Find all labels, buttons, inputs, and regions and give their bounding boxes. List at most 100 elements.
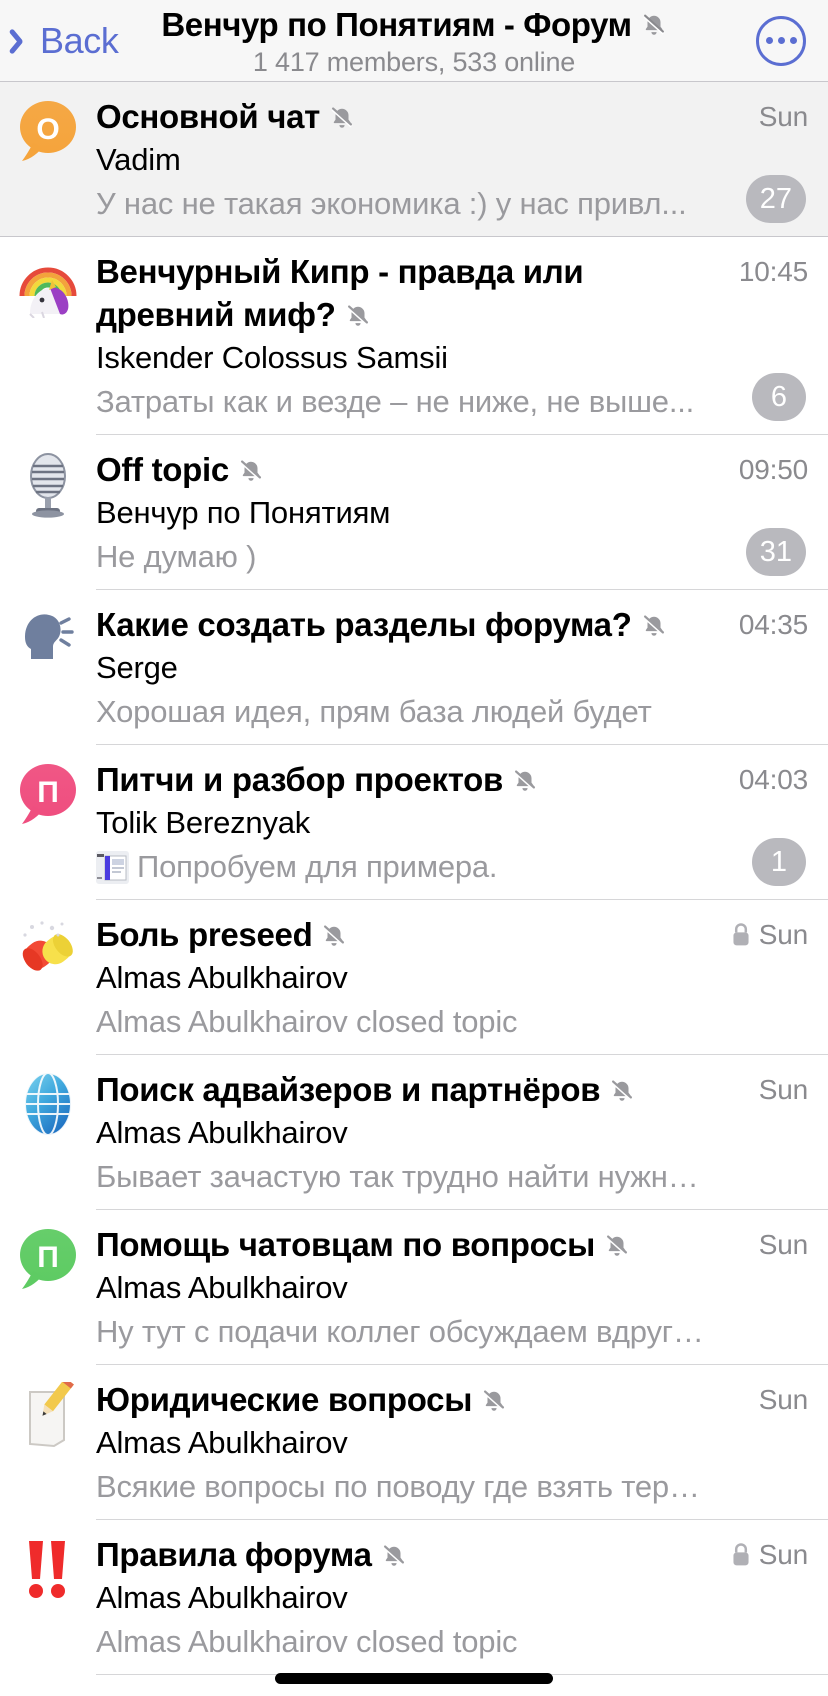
topic-row[interactable]: Поиск адвайзеров и партнёров Sun Almas Ab… — [0, 1055, 828, 1210]
more-dot-2 — [777, 37, 785, 44]
topic-title: Питчи и разбор проектов — [96, 758, 725, 801]
topic-timestamp: 09:50 — [738, 454, 808, 485]
topic-meta: Sun — [745, 1068, 808, 1106]
topic-timestamp: 10:45 — [738, 256, 808, 287]
topic-title-text: Юридические вопросы — [96, 1381, 473, 1418]
home-indicator — [275, 1673, 553, 1684]
topic-last-sender: Almas Abulkhairov — [96, 1270, 348, 1305]
chevron-left-icon — [12, 22, 34, 60]
bubble-avatar-icon: П — [20, 764, 76, 824]
muted-bell-icon — [512, 768, 538, 794]
back-button-label: Back — [40, 19, 119, 61]
navbar-title-block: Венчур по Понятиям - Форум 1 417 members… — [0, 4, 828, 78]
topic-last-sender: Iskender Colossus Samsii — [96, 340, 448, 375]
topic-last-sender: Serge — [96, 650, 178, 685]
topic-row[interactable]: П Питчи и разбор проектов 04:03 Tolik Ber… — [0, 745, 828, 900]
topic-title-line: Поиск адвайзеров и партнёров Sun — [96, 1068, 808, 1111]
unread-badge: 6 — [752, 373, 806, 421]
topic-message-preview: Не думаю ) — [96, 539, 257, 574]
topic-content: Венчурный Кипр - правда или древний миф?… — [96, 250, 828, 424]
topic-preview-line: Не думаю ) — [96, 535, 808, 579]
topic-timestamp: 04:35 — [738, 609, 808, 640]
topic-row[interactable]: Юридические вопросы Sun Almas Abulkhairov… — [0, 1365, 828, 1520]
muted-bell-icon — [641, 12, 667, 38]
topic-message-preview: Бывает зачастую так трудно найти нужного… — [96, 1159, 712, 1194]
topic-avatar — [0, 1533, 96, 1664]
topic-content: Поиск адвайзеров и партнёров Sun Almas Ab… — [96, 1068, 828, 1199]
more-options-button[interactable] — [756, 15, 806, 66]
topic-title: Какие создать разделы форума? — [96, 603, 725, 646]
topic-title-text: Основной чат — [96, 98, 321, 135]
topic-meta: Sun — [745, 1223, 808, 1261]
topic-content: Основной чат Sun Vadim У нас не такая экон… — [96, 95, 828, 226]
more-dot-1 — [765, 37, 773, 44]
unread-badge: 1 — [752, 838, 806, 886]
topic-timestamp: Sun — [758, 101, 808, 132]
topic-title: Боль preseed — [96, 913, 716, 956]
topic-row[interactable]: Off topic 09:50 Венчур по Понятиям Не дума… — [0, 435, 828, 590]
topic-avatar — [0, 603, 96, 734]
topic-row[interactable]: Боль preseed Sun Almas Abulkhairov Almas A… — [0, 900, 828, 1055]
topic-last-sender: Vadim — [96, 142, 181, 177]
topic-preview-line: Бывает зачастую так трудно найти нужного… — [96, 1155, 808, 1199]
topic-message-preview: У нас не такая экономика :) у нас привл.… — [96, 186, 687, 221]
svg-text:О: О — [36, 113, 59, 146]
topic-title-text: Помощь чатовцам по вопросы — [96, 1226, 595, 1263]
topic-row[interactable]: Правила форума Sun Almas Abulkhairov Almas… — [0, 1520, 828, 1675]
topic-message-preview: Almas Abulkhairov closed topic — [96, 1004, 518, 1039]
lock-icon — [733, 923, 749, 946]
topic-avatar — [0, 448, 96, 579]
lock-icon — [733, 1543, 749, 1566]
topic-meta: 09:50 — [725, 448, 808, 486]
back-button[interactable]: Back — [12, 19, 119, 62]
page-title: Венчур по Понятиям - Форум — [161, 4, 666, 46]
topic-avatar — [0, 1378, 96, 1509]
topic-message-preview: Попробуем для примера. — [137, 849, 498, 884]
topic-row[interactable]: Какие создать разделы форума? 04:35 Serge… — [0, 590, 828, 745]
unicorn-rainbow-emoji — [19, 267, 77, 318]
topic-last-sender: Almas Abulkhairov — [96, 1115, 348, 1150]
topic-title-text: Правила форума — [96, 1536, 372, 1573]
muted-bell-icon — [381, 1543, 407, 1569]
topic-row[interactable]: П Помощь чатовцам по вопросы Sun Almas Ab… — [0, 1210, 828, 1365]
topic-title-text: Off topic — [96, 451, 229, 488]
topic-row[interactable]: Венчурный Кипр - правда или древний миф?… — [0, 237, 828, 435]
topic-message-preview: Всякие вопросы по поводу где взять термш… — [96, 1469, 712, 1504]
topic-timestamp: 04:03 — [738, 764, 808, 795]
topic-avatar — [0, 250, 96, 424]
unread-badge: 31 — [745, 528, 806, 576]
topic-message-preview: Ну тут с подачи коллег обсуждаем вдруг у… — [96, 1314, 712, 1349]
topic-content: Off topic 09:50 Венчур по Понятиям Не дума… — [96, 448, 828, 579]
topic-row[interactable]: О Основной чат Sun Vadim У нас не такая эк… — [0, 82, 828, 237]
topic-message-preview: Затраты как и везде – не ниже, не выше..… — [96, 384, 695, 419]
topic-last-sender: Венчур по Понятиям — [96, 495, 391, 530]
topic-preview-line: Затраты как и везде – не ниже, не выше..… — [96, 380, 808, 424]
memo-emoji — [29, 1382, 74, 1448]
topic-title-text: Поиск адвайзеров и партнёров — [96, 1071, 601, 1108]
topic-meta: 04:35 — [725, 603, 808, 641]
topic-timestamp: Sun — [758, 1539, 808, 1570]
page-title-text: Венчур по Понятиям - Форум — [161, 6, 632, 43]
topic-avatar: П — [0, 758, 96, 889]
topic-message-preview: Хорошая идея, прям база людей будет — [96, 694, 652, 729]
topic-title: Правила форума — [96, 1533, 716, 1576]
topic-last-sender: Almas Abulkhairov — [96, 960, 348, 995]
topic-avatar: П — [0, 1223, 96, 1354]
navigation-bar: Back Венчур по Понятиям - Форум 1 417 me… — [0, 0, 828, 82]
topic-timestamp: Sun — [758, 919, 808, 950]
topic-title-line: Основной чат Sun — [96, 95, 808, 138]
speaking-head-emoji — [25, 614, 74, 659]
globe-emoji — [24, 1072, 72, 1136]
topic-title-text: Питчи и разбор проектов — [96, 761, 503, 798]
members-subtitle: 1 417 members, 533 online — [252, 47, 576, 77]
muted-bell-icon — [481, 1388, 507, 1414]
topic-preview-line: Almas Abulkhairov closed topic — [96, 1000, 808, 1044]
topic-timestamp: Sun — [758, 1074, 808, 1105]
topic-list[interactable]: О Основной чат Sun Vadim У нас не такая эк… — [0, 82, 828, 1675]
topic-title-line: Off topic 09:50 — [96, 448, 808, 491]
topic-last-sender: Tolik Bereznyak — [96, 805, 311, 840]
topic-content: Боль preseed Sun Almas Abulkhairov Almas A… — [96, 913, 828, 1044]
studio-microphone-emoji — [30, 453, 66, 518]
topic-preview-line: Всякие вопросы по поводу где взять термш… — [96, 1465, 808, 1509]
topic-title-line: Юридические вопросы Sun — [96, 1378, 808, 1421]
